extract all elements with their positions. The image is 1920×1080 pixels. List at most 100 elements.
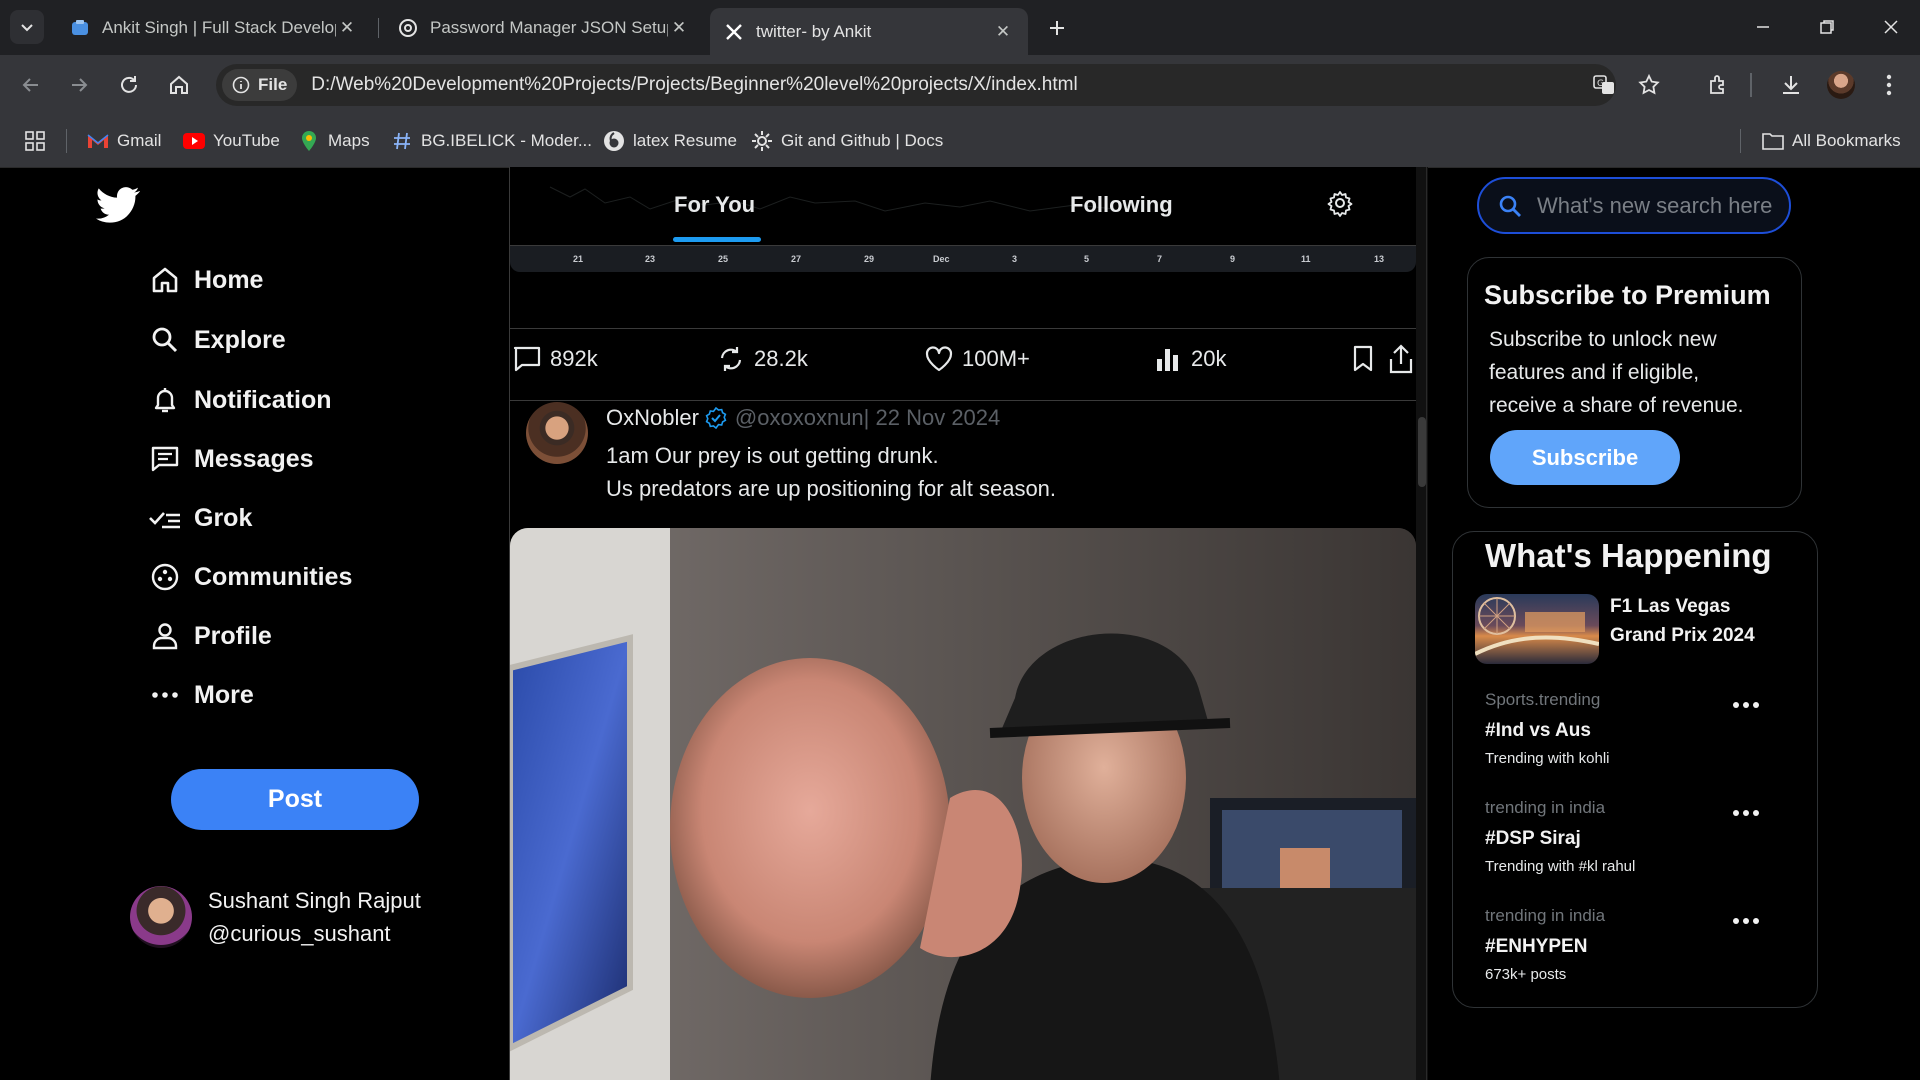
maps-pin-icon — [298, 130, 320, 152]
axis-tick: 5 — [1084, 254, 1090, 264]
sidebar-item-messages[interactable]: Messages — [148, 437, 314, 481]
close-window-button[interactable] — [1876, 12, 1906, 42]
scrollbar-thumb[interactable] — [1418, 417, 1426, 487]
axis-tick: 9 — [1230, 254, 1236, 264]
repost-icon — [716, 344, 746, 374]
profile-name: Sushant Singh Rajput — [208, 888, 421, 913]
axis-tick: 13 — [1374, 254, 1385, 264]
twitter-logo-icon[interactable] — [96, 186, 140, 226]
back-button[interactable] — [16, 70, 46, 100]
post-button[interactable]: Post — [171, 769, 419, 830]
axis-tick: 21 — [573, 254, 584, 264]
person-icon — [148, 619, 182, 653]
chevron-down-icon — [21, 24, 33, 32]
tab-twitter-active[interactable]: twitter- by Ankit ✕ — [710, 8, 1028, 55]
tab-search-button[interactable] — [10, 10, 44, 44]
bar-chart-icon — [1153, 344, 1183, 374]
bookmark-label: Maps — [328, 131, 370, 150]
reload-icon — [121, 76, 137, 93]
reload-button[interactable] — [114, 70, 144, 100]
home-icon — [170, 75, 188, 94]
feed-settings-button[interactable] — [1326, 189, 1354, 217]
toolbar-separator — [1750, 73, 1752, 97]
bookmark-label: Git and Github | Docs — [781, 131, 944, 150]
restore-icon — [1820, 20, 1834, 34]
bookmark-label: BG.IBELICK - Moder... — [421, 131, 593, 150]
gear-icon — [1327, 191, 1353, 217]
close-tab-icon[interactable]: ✕ — [992, 21, 1014, 43]
sidebar-item-explore[interactable]: Explore — [148, 318, 286, 362]
more-options-icon[interactable] — [1729, 911, 1763, 931]
sidebar-item-notification[interactable]: Notification — [148, 378, 332, 422]
arrow-right-icon — [72, 78, 88, 92]
trend-tag: #ENHYPEN — [1485, 936, 1588, 957]
sidebar-item-label: Communities — [194, 562, 353, 591]
like-button[interactable]: 100M+ — [924, 342, 1030, 376]
close-tab-icon[interactable]: ✕ — [668, 17, 690, 39]
views-button[interactable]: 20k — [1153, 342, 1226, 376]
home-button[interactable] — [164, 70, 194, 100]
premium-card: Subscribe to Premium Subscribe to unlock… — [1467, 257, 1802, 508]
tab-for-you[interactable]: For You — [674, 192, 755, 218]
more-options-icon[interactable] — [1729, 803, 1763, 823]
subscribe-button[interactable]: Subscribe — [1490, 430, 1680, 485]
featured-trend-title[interactable]: F1 Las Vegas Grand Prix 2024 — [1610, 592, 1790, 650]
sidebar-item-profile[interactable]: Profile — [148, 614, 272, 658]
reply-button[interactable]: 892k — [512, 342, 598, 376]
chatgpt-favicon-icon — [399, 18, 417, 37]
bookmark-bg-ibelick[interactable]: BG.IBELICK - Moder... — [391, 127, 592, 155]
site-info-chip[interactable]: File — [222, 69, 298, 101]
trend-thumbnail[interactable] — [1475, 594, 1599, 664]
bookmark-maps[interactable]: Maps — [298, 127, 370, 155]
bookmark-git-github[interactable]: Git and Github | Docs — [751, 127, 943, 155]
axis-tick: 7 — [1157, 254, 1163, 264]
avatar[interactable] — [526, 402, 588, 464]
section-title: What's Happening — [1485, 537, 1772, 574]
share-button[interactable] — [1386, 342, 1416, 376]
all-bookmarks-button[interactable]: All Bookmarks — [1762, 127, 1901, 155]
apps-button[interactable] — [24, 127, 46, 155]
tweet-author-name[interactable]: OxNobler — [606, 405, 699, 431]
comment-icon — [512, 344, 542, 374]
forward-button[interactable] — [64, 70, 94, 100]
profile-button[interactable] — [1826, 70, 1856, 100]
downloads-button[interactable] — [1776, 70, 1806, 100]
bookmark-button[interactable] — [1348, 342, 1386, 376]
sidebar-item-label: Grok — [194, 503, 253, 532]
bookmark-gmail[interactable]: Gmail — [87, 127, 161, 155]
menu-button[interactable] — [1874, 70, 1904, 100]
tab-title: Password Manager JSON Setup — [430, 17, 668, 37]
repost-button[interactable]: 28.2k — [716, 342, 808, 376]
new-tab-button[interactable] — [1043, 14, 1071, 42]
divider — [1426, 167, 1427, 1080]
premium-title: Subscribe to Premium — [1484, 280, 1771, 310]
tab-password-manager[interactable]: Password Manager JSON Setup ✕ — [384, 8, 704, 47]
whats-happening-card: What's Happening F1 Las Vegas Grand Prix… — [1452, 531, 1818, 1008]
minimize-button[interactable] — [1748, 12, 1778, 42]
divider — [510, 328, 1416, 329]
search-input[interactable] — [1535, 191, 1779, 220]
tweet-image[interactable] — [510, 528, 1416, 1080]
tab-following[interactable]: Following — [1070, 192, 1173, 218]
more-options-icon[interactable] — [1729, 695, 1763, 715]
tweet-photo — [510, 528, 1416, 1080]
hash-icon — [391, 130, 413, 152]
address-bar[interactable]: File D:/Web%20Development%20Projects/Pro… — [216, 64, 1616, 106]
tweet-handle-date: @oxoxoxnun| 22 Nov 2024 — [734, 405, 1001, 430]
bookmark-star-button[interactable] — [1634, 70, 1664, 100]
sidebar-item-communities[interactable]: Communities — [148, 555, 352, 599]
heart-icon — [924, 344, 954, 374]
translate-button[interactable]: G — [1589, 70, 1619, 100]
sidebar-item-grok[interactable]: Grok — [148, 496, 252, 540]
close-tab-icon[interactable]: ✕ — [336, 17, 358, 39]
tab-portfolio[interactable]: Ankit Singh | Full Stack Develop ✕ — [56, 8, 372, 47]
sidebar-item-more[interactable]: More — [148, 673, 254, 717]
bookmark-latex-resume[interactable]: latex Resume — [603, 127, 737, 155]
restore-button[interactable] — [1812, 12, 1842, 42]
extensions-button[interactable] — [1704, 70, 1734, 100]
plus-icon — [1050, 21, 1064, 35]
account-switcher[interactable]: Sushant Singh Rajput @curious_sushant — [130, 884, 421, 950]
bookmark-youtube[interactable]: YouTube — [183, 127, 280, 155]
search-box[interactable] — [1477, 177, 1791, 234]
sidebar-item-home[interactable]: Home — [148, 258, 263, 302]
